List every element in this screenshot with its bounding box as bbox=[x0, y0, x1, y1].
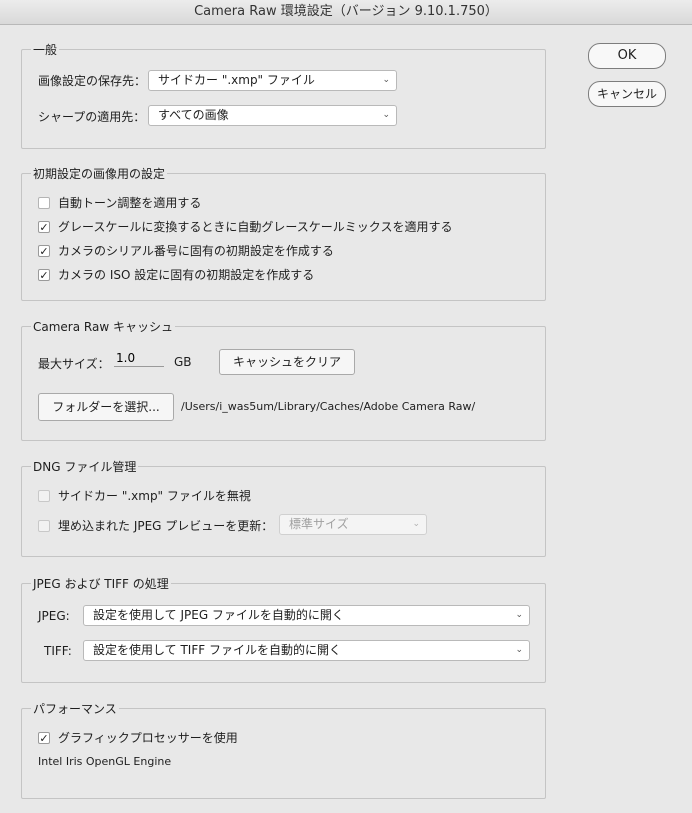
checkmark-icon: ✓ bbox=[38, 244, 50, 258]
checkmark-icon: ✓ bbox=[38, 220, 50, 234]
dng-group-title: DNG ファイル管理 bbox=[31, 458, 139, 475]
cache-group-title: Camera Raw キャッシュ bbox=[31, 318, 175, 335]
general-group: 一般 画像設定の保存先： サイドカー ".xmp" ファイル ⌄ シャープの適用… bbox=[21, 41, 546, 149]
jpeg-handling-select[interactable]: 設定を使用して JPEG ファイルを自動的に開く ⌄ bbox=[83, 605, 530, 626]
iso-defaults-checkbox[interactable]: ✓ カメラの ISO 設定に固有の初期設定を作成する bbox=[38, 266, 314, 282]
cache-unit-label: GB bbox=[174, 355, 192, 369]
tiff-handling-value: 設定を使用して TIFF ファイルを自動的に開く bbox=[93, 643, 341, 657]
checkmark-icon: ✓ bbox=[38, 731, 50, 745]
gpu-name: Intel Iris OpenGL Engine bbox=[38, 755, 172, 768]
general-group-title: 一般 bbox=[31, 41, 60, 58]
update-preview-label: 埋め込まれた JPEG プレビューを更新： bbox=[58, 519, 274, 533]
auto-tone-label: 自動トーン調整を適用する bbox=[58, 196, 202, 210]
sharpen-value: すべての画像 bbox=[158, 108, 229, 122]
use-gpu-checkbox[interactable]: ✓ グラフィックプロセッサーを使用 bbox=[38, 729, 238, 745]
preferences-dialog: OK キャンセル 一般 画像設定の保存先： サイドカー ".xmp" ファイル … bbox=[0, 25, 692, 813]
select-folder-button[interactable]: フォルダーを選択... bbox=[38, 393, 174, 421]
sharpen-label: シャープの適用先： bbox=[38, 110, 146, 124]
save-settings-select[interactable]: サイドカー ".xmp" ファイル ⌄ bbox=[148, 70, 397, 91]
chevron-down-icon: ⌄ bbox=[515, 645, 523, 655]
jpeg-tiff-group-title: JPEG および TIFF の処理 bbox=[31, 575, 171, 592]
window-title: Camera Raw 環境設定（バージョン 9.10.1.750） bbox=[0, 0, 692, 25]
ok-button[interactable]: OK bbox=[588, 43, 666, 69]
serial-defaults-label: カメラのシリアル番号に固有の初期設定を作成する bbox=[58, 244, 334, 258]
auto-grayscale-checkbox[interactable]: ✓ グレースケールに変換するときに自動グレースケールミックスを適用する bbox=[38, 218, 452, 234]
sharpen-select[interactable]: すべての画像 ⌄ bbox=[148, 105, 397, 126]
dng-group: DNG ファイル管理 サイドカー ".xmp" ファイルを無視 埋め込まれた J… bbox=[21, 458, 546, 557]
cancel-button[interactable]: キャンセル bbox=[588, 81, 666, 107]
tiff-handling-select[interactable]: 設定を使用して TIFF ファイルを自動的に開く ⌄ bbox=[83, 640, 530, 661]
checkbox-empty-icon bbox=[38, 196, 50, 209]
max-size-input[interactable] bbox=[114, 349, 164, 367]
preview-size-value: 標準サイズ bbox=[289, 517, 349, 531]
performance-group-title: パフォーマンス bbox=[31, 700, 119, 717]
preview-size-select[interactable]: 標準サイズ ⌄ bbox=[279, 514, 427, 535]
default-image-settings-group: 初期設定の画像用の設定 自動トーン調整を適用する ✓ グレースケールに変換するとき… bbox=[21, 165, 546, 301]
checkbox-empty-icon bbox=[38, 489, 50, 502]
jpeg-tiff-group: JPEG および TIFF の処理 JPEG: 設定を使用して JPEG ファイ… bbox=[21, 575, 546, 683]
checkmark-icon: ✓ bbox=[38, 268, 50, 282]
jpeg-label: JPEG: bbox=[38, 609, 70, 623]
save-settings-value: サイドカー ".xmp" ファイル bbox=[158, 73, 315, 87]
default-image-settings-title: 初期設定の画像用の設定 bbox=[31, 165, 168, 182]
chevron-down-icon: ⌄ bbox=[412, 519, 420, 529]
tiff-label: TIFF: bbox=[44, 644, 72, 658]
chevron-down-icon: ⌄ bbox=[382, 110, 390, 120]
save-settings-label: 画像設定の保存先： bbox=[38, 74, 147, 88]
chevron-down-icon: ⌄ bbox=[382, 75, 390, 85]
serial-defaults-checkbox[interactable]: ✓ カメラのシリアル番号に固有の初期設定を作成する bbox=[38, 242, 334, 258]
ignore-sidecar-checkbox[interactable]: サイドカー ".xmp" ファイルを無視 bbox=[38, 487, 251, 503]
performance-group: パフォーマンス ✓ グラフィックプロセッサーを使用 Intel Iris Open… bbox=[21, 700, 546, 799]
update-preview-checkbox[interactable]: 埋め込まれた JPEG プレビューを更新： bbox=[38, 517, 273, 533]
checkbox-empty-icon bbox=[38, 519, 50, 532]
auto-grayscale-label: グレースケールに変換するときに自動グレースケールミックスを適用する bbox=[58, 220, 453, 234]
cache-path: /Users/i_was5um/Library/Caches/Adobe Cam… bbox=[181, 400, 476, 413]
chevron-down-icon: ⌄ bbox=[515, 610, 523, 620]
iso-defaults-label: カメラの ISO 設定に固有の初期設定を作成する bbox=[58, 268, 315, 282]
jpeg-handling-value: 設定を使用して JPEG ファイルを自動的に開く bbox=[93, 608, 344, 622]
auto-tone-checkbox[interactable]: 自動トーン調整を適用する bbox=[38, 194, 201, 210]
use-gpu-label: グラフィックプロセッサーを使用 bbox=[58, 731, 238, 745]
clear-cache-button[interactable]: キャッシュをクリア bbox=[219, 349, 355, 375]
cache-group: Camera Raw キャッシュ 最大サイズ： GB キャッシュをクリア フォル… bbox=[21, 318, 546, 441]
ignore-sidecar-label: サイドカー ".xmp" ファイルを無視 bbox=[58, 489, 251, 503]
max-size-label: 最大サイズ： bbox=[38, 357, 110, 371]
